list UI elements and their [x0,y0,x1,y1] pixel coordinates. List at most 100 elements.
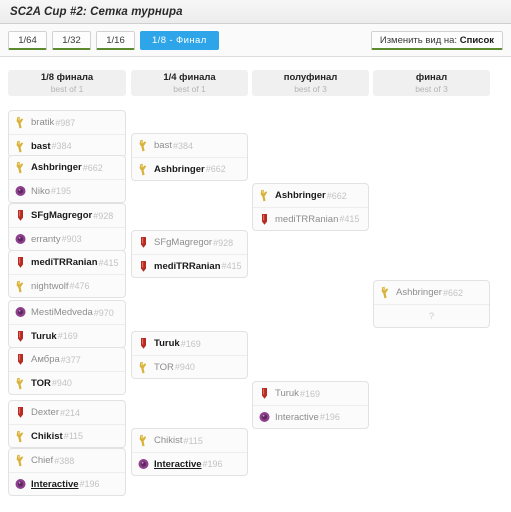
terran-race-icon [259,387,270,400]
terran-race-icon [138,236,149,249]
match-slot[interactable]: Chikist #115 [9,424,125,447]
match-slot[interactable]: Turuk #169 [9,324,125,347]
match-box[interactable]: mediTRRanian #415 nightwolf #476 [8,250,126,298]
player-nickname: Ashbringer [396,287,442,298]
match-box[interactable]: Ashbringer #662 Niko #195 [8,155,126,203]
player-tag: #169 [299,388,320,399]
player-nickname: Амбра [31,354,60,365]
protoss-race-icon [15,377,26,390]
match-slot[interactable]: Ashbringer #662 [374,281,489,304]
terran-race-icon [15,256,26,269]
match-slot[interactable]: TOR #940 [9,371,125,394]
match-box[interactable]: Turuk #169 Interactive #196 [252,381,369,429]
tournament-bracket-page: SC2A Cup #2: Сетка турнира 1/64 1/32 1/16 1… [0,0,511,512]
match-box[interactable]: SFgMagregor #928 mediTRRanian #415 [131,230,248,278]
match-box[interactable]: Ashbringer #662 mediTRRanian #415 [252,183,369,231]
player-tag: #196 [319,412,340,422]
match-slot[interactable]: Niko #195 [9,179,125,202]
player-placeholder: ? [428,310,435,322]
player-nickname: SFgMagregor [31,210,93,221]
player-nickname: erranty [31,233,61,245]
match-slot[interactable]: erranty #903 [9,227,125,250]
player-nickname: Chikist [31,430,63,442]
match-slot[interactable]: mediTRRanian #415 [253,207,368,230]
player-tag: #115 [183,435,203,446]
match-box[interactable]: SFgMagregor #928 erranty #903 [8,203,126,251]
zerg-race-icon [15,185,26,198]
protoss-race-icon [138,163,149,176]
match-slot[interactable]: mediTRRanian #415 [9,251,125,274]
player-nickname: mediTRRanian [31,257,98,268]
player-nickname: TOR [31,377,51,389]
player-nickname: bast [154,140,172,151]
match-box[interactable]: Chief #388 Interactive #196 [8,448,126,496]
player-tag: #928 [93,210,114,221]
player-nickname: mediTRRanian [154,260,221,272]
protoss-race-icon [138,434,149,447]
match-slot[interactable]: SFgMagregor #928 [132,231,247,254]
match-box[interactable]: Turuk #169 TOR #940 [131,331,248,379]
match-slot[interactable]: Ashbringer #662 [132,157,247,180]
match-slot[interactable]: bast #384 [9,134,125,157]
terran-race-icon [138,337,149,350]
player-tag: #662 [326,190,347,201]
player-nickname: Interactive [275,411,319,423]
match-box[interactable]: Амбра #377 TOR #940 [8,347,126,395]
match-slot[interactable]: Ashbringer #662 [253,184,368,207]
player-nickname: Interactive [154,458,202,470]
match-box[interactable]: Ashbringer #662? [373,280,490,328]
player-tag: #195 [51,186,72,196]
match-slot[interactable]: Chikist #115 [132,429,247,452]
protoss-race-icon [138,139,149,152]
match-slot[interactable]: nightwolf #476 [9,274,125,297]
player-nickname: Ashbringer [31,162,82,173]
protoss-race-icon [15,161,26,174]
match-slot[interactable]: TOR #940 [132,355,247,378]
zerg-race-icon [138,458,149,471]
protoss-race-icon [15,454,26,467]
player-tag: #377 [60,354,81,365]
match-box[interactable]: Dexter #214 Chikist #115 [8,400,126,448]
terran-race-icon [15,209,26,222]
player-nickname: nightwolf [31,280,69,292]
player-nickname: Chikist [154,435,183,446]
zerg-race-icon [15,306,26,319]
protoss-race-icon [138,361,149,374]
protoss-race-icon [380,286,391,299]
match-slot[interactable]: Turuk #169 [132,332,247,355]
match-box[interactable]: MestiMedveda #970 Turuk #169 [8,300,126,348]
player-nickname: Interactive [31,478,79,490]
match-slot[interactable]: mediTRRanian #415 [132,254,247,277]
match-slot[interactable]: Амбра #377 [9,348,125,371]
player-nickname: mediTRRanian [275,213,339,225]
player-tag: #384 [51,141,72,151]
player-tag: #662 [442,287,463,298]
match-slot[interactable]: Interactive #196 [9,472,125,495]
protoss-race-icon [15,430,26,443]
match-slot[interactable]: Chief #388 [9,449,125,472]
match-slot[interactable]: bratik #987 [9,111,125,134]
player-tag: #415 [221,261,242,271]
match-slot[interactable]: Dexter #214 [9,401,125,424]
match-box[interactable]: Chikist #115 Interactive #196 [131,428,248,476]
match-slot[interactable]: Interactive #196 [253,405,368,428]
match-box[interactable]: bast #384 Ashbringer #662 [131,133,248,181]
player-nickname: Ashbringer [275,190,326,201]
terran-race-icon [138,260,149,273]
player-tag: #662 [205,164,226,174]
player-nickname: Turuk [154,338,180,349]
match-slot[interactable]: Turuk #169 [253,382,368,405]
player-tag: #214 [59,407,81,418]
match-slot[interactable]: SFgMagregor #928 [9,204,125,227]
match-slot[interactable]: Ashbringer #662 [9,156,125,179]
player-nickname: Dexter [31,407,59,418]
player-tag: #415 [339,214,360,224]
match-slot[interactable]: MestiMedveda #970 [9,301,125,324]
match-slot[interactable]: bast #384 [132,134,247,157]
match-box[interactable]: bratik #987 bast #384 [8,110,126,158]
player-nickname: bast [31,140,51,152]
match-slot[interactable]: Interactive #196 [132,452,247,475]
match-slot-empty[interactable]: ? [374,304,489,327]
player-tag: #476 [69,281,90,291]
player-tag: #388 [54,455,75,466]
